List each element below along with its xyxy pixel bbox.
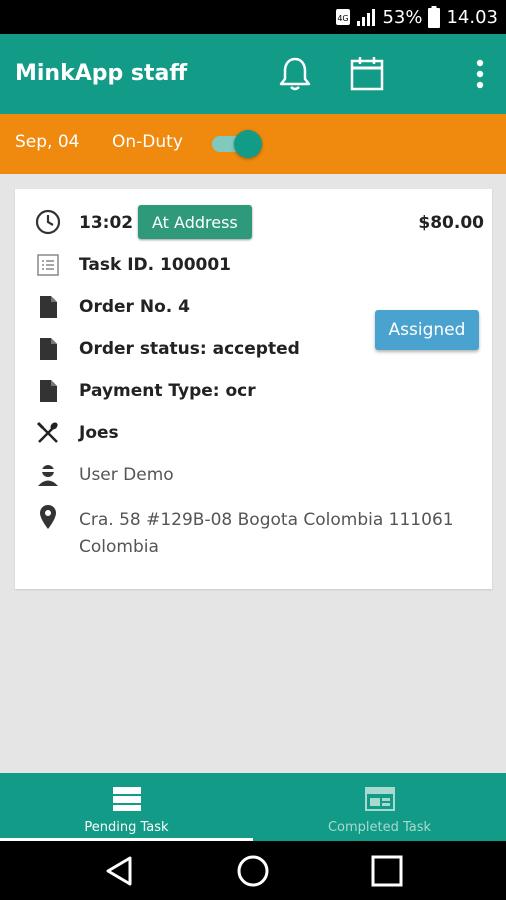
task-price: $80.00 (418, 213, 484, 233)
address-line-2: Colombia (79, 537, 159, 557)
tab-pending-task-label: Pending Task (84, 820, 169, 835)
svg-text:4G: 4G (338, 14, 349, 23)
data-icon: 4G (336, 7, 351, 27)
customer-name: User Demo (79, 465, 174, 485)
tab-completed-task-label: Completed Task (327, 820, 432, 835)
home-icon[interactable] (235, 853, 271, 889)
signal-icon (356, 7, 376, 27)
recent-apps-icon[interactable] (369, 853, 405, 889)
on-duty-label: On-Duty (112, 132, 183, 152)
app-title: MinkApp staff (15, 61, 188, 86)
document-icon (35, 378, 61, 404)
battery-icon (428, 6, 441, 28)
more-menu-icon[interactable] (460, 54, 500, 94)
restaurant-name: Joes (79, 423, 119, 443)
bottom-navigation: Pending Task Completed Task (0, 773, 506, 841)
location-pin-icon (35, 504, 61, 530)
list-icon (35, 252, 61, 278)
tab-completed-task[interactable]: Completed Task (253, 773, 506, 841)
clock-icon (35, 209, 61, 235)
task-id: Task ID. 100001 (79, 255, 232, 275)
fork-spoon-icon (35, 420, 61, 446)
notifications-bell-icon[interactable] (275, 54, 315, 94)
payment-type: Payment Type: ocr (79, 381, 256, 401)
duty-date: Sep, 04 (15, 132, 80, 152)
calendar-icon[interactable] (347, 54, 387, 94)
order-number: Order No. 4 (79, 297, 190, 317)
pending-task-icon (112, 785, 142, 813)
document-icon (35, 336, 61, 362)
clock-time: 14.03 (446, 6, 498, 28)
customer-address: Cra. 58 #129B-08 Bogota Colombia 111061 … (79, 507, 454, 561)
order-status: Order status: accepted (79, 339, 300, 359)
toggle-thumb (234, 130, 262, 158)
tab-pending-task[interactable]: Pending Task (0, 773, 253, 841)
battery-percent: 53% (382, 6, 423, 28)
at-address-badge: At Address (138, 205, 252, 239)
task-card[interactable]: 13:02 At Address $80.00 Task ID. 100001 … (15, 189, 492, 589)
status-icons: 4G 53% 14.03 (336, 0, 498, 34)
back-icon[interactable] (101, 853, 137, 889)
status-bar: 4G 53% 14.03 (0, 0, 506, 34)
user-icon (35, 462, 61, 488)
system-navigation-bar (0, 841, 506, 900)
app-bar: MinkApp staff (0, 34, 506, 114)
completed-task-icon (364, 785, 395, 813)
duty-bar: Sep, 04 On-Duty (0, 114, 506, 174)
assigned-button[interactable]: Assigned (375, 310, 479, 350)
task-time: 13:02 (79, 213, 134, 233)
address-line-1: Cra. 58 #129B-08 Bogota Colombia 111061 (79, 510, 454, 530)
on-duty-toggle[interactable] (210, 130, 264, 158)
document-icon (35, 294, 61, 320)
